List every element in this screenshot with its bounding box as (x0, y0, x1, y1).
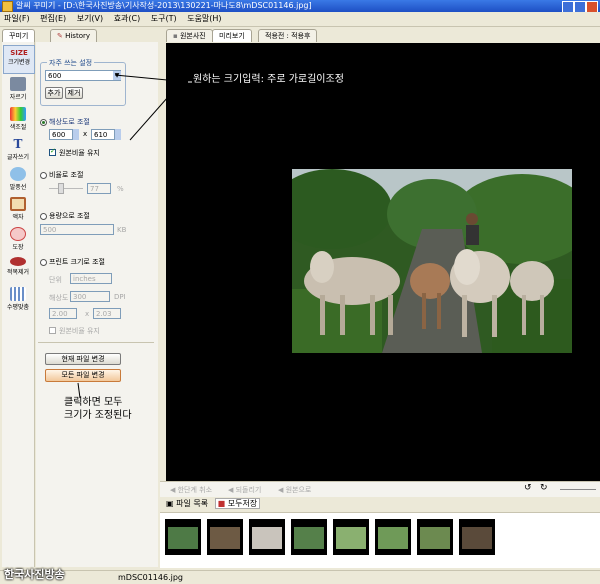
thumbnail-image (378, 527, 408, 549)
undo-step-label: 한단계 취소 (177, 486, 213, 494)
thumbnail[interactable] (207, 519, 243, 555)
thumbnail-image (252, 527, 282, 549)
viewer-action-bar: ◀ 한단계 취소 ◀ 되돌리기 ◀ 원본으로 ↺ ↻ (160, 481, 600, 497)
original-button[interactable]: ◀ 원본으로 (278, 485, 311, 495)
thumbnail[interactable] (375, 519, 411, 555)
annotation-bottom-line1: 클릭하면 모두 (64, 397, 123, 408)
thumbnail[interactable] (333, 519, 369, 555)
revert-label: 되돌리기 (235, 486, 262, 494)
annotation-bottom-line2: 크기가 조정된다 (64, 410, 132, 421)
thumbnail-image (294, 527, 324, 549)
thumbnail-image (462, 527, 492, 549)
thumbnail-image (420, 527, 450, 549)
save-icon: ■ (217, 499, 226, 508)
thumbnail-image (168, 527, 198, 549)
status-bar: 한국사진방송 mDSC01146.jpg (0, 568, 600, 584)
rotate-right-icon[interactable]: ↻ (540, 483, 548, 493)
status-filename: mDSC01146.jpg (118, 573, 183, 582)
watermark-logo: 한국사진방송 (4, 568, 65, 581)
zoom-slider[interactable] (560, 489, 596, 490)
original-label: 원본으로 (285, 486, 312, 494)
file-list-label: 파일 목록 (176, 499, 209, 508)
thumbnail[interactable] (291, 519, 327, 555)
thumbnail[interactable] (459, 519, 495, 555)
rotate-left-icon[interactable]: ↺ (524, 483, 532, 493)
revert-button[interactable]: ◀ 되돌리기 (228, 485, 261, 495)
file-list-bar: ▣ 파일 목록 ■ 모두저장 (160, 497, 600, 511)
annotation-bottom: 클릭하면 모두 크기가 조정된다 (64, 396, 132, 422)
thumbnail-strip (160, 512, 600, 568)
save-all-label: 모두저장 (227, 499, 258, 508)
undo-step-button[interactable]: ◀ 한단계 취소 (170, 485, 212, 495)
thumbnail[interactable] (417, 519, 453, 555)
thumbnail[interactable] (165, 519, 201, 555)
save-all-button[interactable]: ■ 모두저장 (214, 498, 261, 509)
thumbnail-image (336, 527, 366, 549)
thumbnail[interactable] (249, 519, 285, 555)
thumbnail-image (210, 527, 240, 549)
floppy-icon: ▣ (166, 499, 174, 508)
